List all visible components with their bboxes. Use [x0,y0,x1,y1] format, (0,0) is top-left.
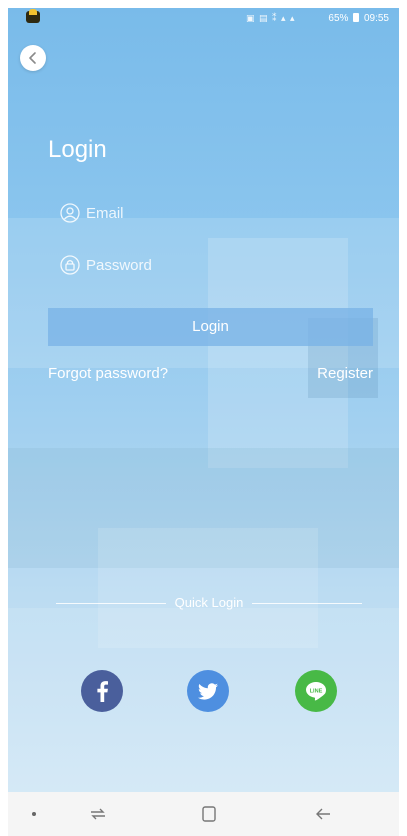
lock-icon [60,255,80,275]
divider-line [252,603,362,604]
svg-text:LINE: LINE [310,688,323,694]
page-title: Login [48,136,107,163]
battery-percent: 65% [328,13,349,24]
clock: 09:55 [363,13,389,24]
home-icon[interactable] [199,804,219,824]
facebook-icon [97,681,108,702]
facebook-login-button[interactable] [81,670,123,712]
register-link[interactable]: Register [317,365,373,382]
email-placeholder: Email [86,205,124,222]
back-button[interactable] [20,45,46,71]
line-icon: LINE [306,682,326,701]
app-notification-icon [26,9,40,23]
recent-apps-icon[interactable] [88,804,108,824]
background-blur [98,528,318,648]
line-login-button[interactable]: LINE [295,670,337,712]
nav-dot-icon[interactable] [32,812,36,816]
forgot-password-link[interactable]: Forgot password? [48,365,168,382]
user-icon [60,203,80,223]
login-button[interactable]: Login [48,308,373,346]
email-field[interactable]: Email [60,198,360,228]
back-arrow-icon[interactable] [313,804,333,824]
status-right: 65% 09:55 [328,13,389,24]
system-status-icons: ▣ ▤ ⁑ ▴ ▴ [246,13,296,23]
password-field[interactable]: Password [60,250,360,280]
login-screen: ▣ ▤ ⁑ ▴ ▴ 65% 09:55 Login Email Password… [8,8,399,792]
twitter-icon [198,683,218,700]
twitter-login-button[interactable] [187,670,229,712]
password-placeholder: Password [86,257,152,274]
battery-icon [353,13,360,22]
navigation-bar [8,792,399,836]
quick-login-divider: Quick Login [56,595,362,611]
background-blur [8,448,399,568]
status-bar: ▣ ▤ ⁑ ▴ ▴ 65% 09:55 [8,8,399,32]
chevron-left-icon [29,52,36,64]
